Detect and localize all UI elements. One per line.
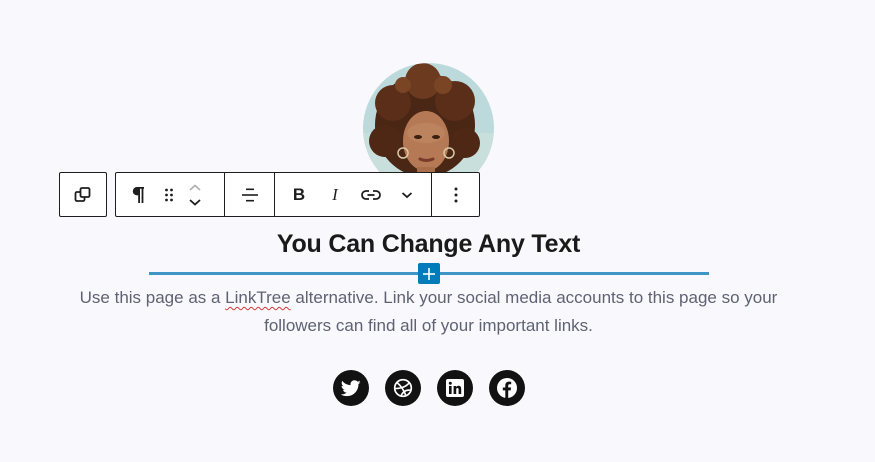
align-controls [225,173,275,216]
linkedin-link[interactable] [437,370,473,406]
chevron-down-icon [189,198,201,206]
block-controls [116,173,225,216]
options-controls [432,173,479,216]
move-down-button[interactable] [188,195,202,209]
options-button[interactable] [432,173,479,216]
bold-button[interactable]: B [281,173,317,216]
twitter-link[interactable] [333,370,369,406]
block-type-button[interactable] [122,173,156,216]
facebook-link[interactable] [489,370,525,406]
align-center-icon [241,188,258,201]
drag-handle-icon [165,188,173,201]
more-formats-button[interactable] [389,173,425,216]
paragraph-icon [132,186,144,203]
paragraph-text-start: Use this page as a [79,288,226,307]
link-icon [361,189,381,200]
plus-icon [423,267,435,280]
format-controls: B I [275,173,432,216]
select-parent-button[interactable] [60,173,106,216]
inserter-button[interactable] [418,263,440,284]
misspelled-word: LinkTree [225,288,291,307]
italic-button[interactable]: I [317,173,353,216]
paragraph-text-end: alternative. Link your social media acco… [264,288,778,335]
facebook-icon [497,378,517,398]
more-vertical-icon [454,187,457,202]
select-parent-icon [74,186,91,202]
block-toolbar: B I [115,172,480,217]
dribbble-icon [393,378,413,398]
chevron-down-icon [401,191,413,198]
twitter-icon [341,379,361,396]
linkedin-icon [446,379,464,397]
chevron-up-icon [189,183,201,191]
block-movers [182,173,208,216]
drag-handle[interactable] [156,173,182,216]
dribbble-link[interactable] [385,370,421,406]
intro-paragraph[interactable]: Use this page as a LinkTree alternative.… [60,284,797,340]
block-toolbar-parent [59,172,107,217]
link-button[interactable] [353,173,389,216]
move-up-button[interactable] [188,181,202,195]
align-button[interactable] [225,173,274,216]
page-heading[interactable]: You Can Change Any Text [0,230,857,259]
